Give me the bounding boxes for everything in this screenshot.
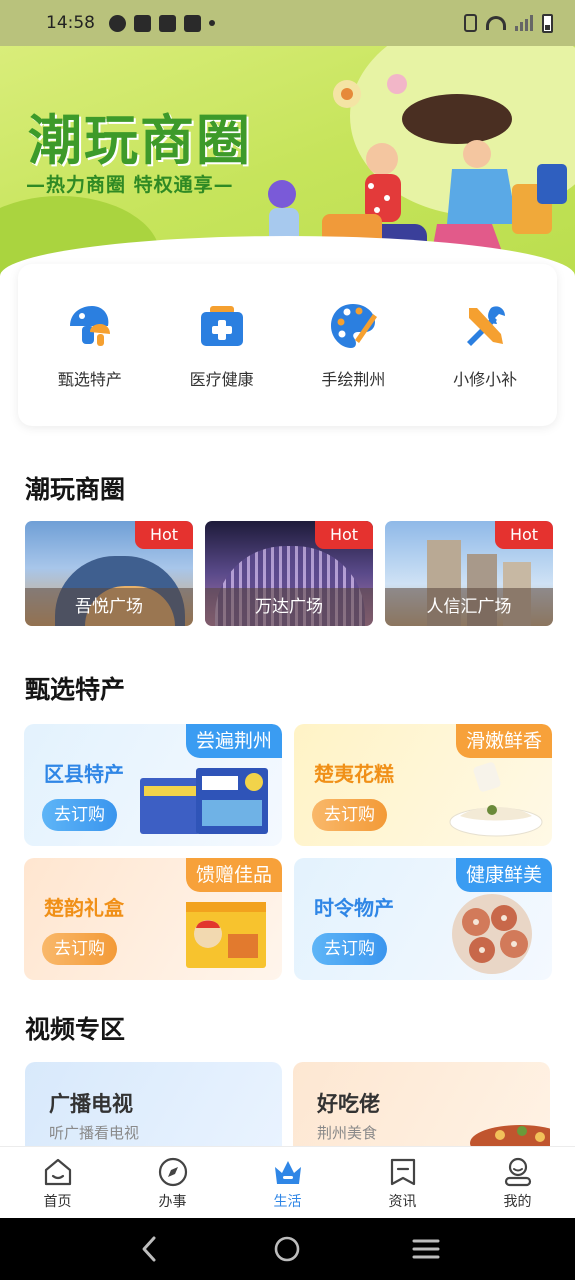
specialty-card[interactable]: 滑嫩鲜香 楚夷花糕 去订购 bbox=[294, 724, 552, 846]
video-title: 广播电视 bbox=[49, 1092, 133, 1116]
mall-name: 人信汇广场 bbox=[385, 588, 553, 626]
specialty-title: 时令物产 bbox=[314, 896, 394, 920]
signal-icon bbox=[515, 15, 533, 31]
hot-badge: Hot bbox=[495, 521, 553, 549]
system-navigation-bar bbox=[0, 1218, 575, 1280]
tab-label: 首页 bbox=[43, 1193, 72, 1210]
notification-bag-icon bbox=[134, 14, 151, 32]
hero-title: 潮玩商圈 bbox=[28, 109, 252, 172]
flower-cake-image bbox=[449, 762, 543, 837]
category-specialty[interactable]: 甄选特产 bbox=[30, 300, 150, 390]
mall-card[interactable]: Hot 吾悦广场 bbox=[25, 521, 193, 626]
quick-categories: 甄选特产 医疗健康 手绘荆州 小修小补 bbox=[18, 264, 557, 426]
more-notifications-dot-icon bbox=[209, 20, 215, 26]
mushroom-icon bbox=[69, 306, 110, 346]
vibrate-icon bbox=[464, 14, 477, 32]
recents-button[interactable] bbox=[406, 1229, 446, 1269]
life-icon bbox=[274, 1160, 301, 1184]
specialty-title: 区县特产 bbox=[44, 762, 124, 786]
notification-app-icon bbox=[109, 14, 126, 32]
specialty-tag: 尝遍荆州 bbox=[185, 724, 282, 758]
specialty-title: 楚韵礼盒 bbox=[44, 896, 124, 920]
specialty-tag: 健康鲜美 bbox=[455, 858, 552, 892]
tab-life[interactable]: 生活 bbox=[238, 1155, 338, 1211]
hot-badge: Hot bbox=[135, 521, 193, 549]
section-title-specialty: 甄选特产 bbox=[25, 675, 126, 704]
mall-card[interactable]: Hot 万达广场 bbox=[205, 521, 373, 626]
video-card-broadcast[interactable]: 广播电视 听广播看电视 bbox=[25, 1062, 282, 1147]
video-list: 广播电视 听广播看电视 好吃佬 荆州美食 bbox=[25, 1062, 550, 1147]
bottom-tab-bar: 首页 办事 生活 资讯 我的 bbox=[0, 1146, 575, 1218]
palette-icon bbox=[331, 304, 378, 348]
battery-icon bbox=[542, 13, 553, 33]
home-icon bbox=[44, 1158, 71, 1185]
notification-bag-icon bbox=[159, 14, 176, 32]
tab-home[interactable]: 首页 bbox=[8, 1155, 108, 1211]
tab-profile[interactable]: 我的 bbox=[468, 1155, 568, 1211]
hot-badge: Hot bbox=[315, 521, 373, 549]
specialty-grid: 尝遍荆州 区县特产 去订购 滑嫩鲜香 楚夷花糕 去订购 馈赠佳品 楚韵礼盒 去订… bbox=[24, 724, 552, 980]
video-title: 好吃佬 bbox=[317, 1092, 380, 1116]
category-medical[interactable]: 医疗健康 bbox=[162, 300, 282, 390]
category-label: 甄选特产 bbox=[57, 370, 122, 389]
status-time: 14:58 bbox=[46, 13, 95, 33]
mall-name: 万达广场 bbox=[205, 588, 373, 626]
specialty-tag: 馈赠佳品 bbox=[185, 858, 282, 892]
mall-list: Hot 吾悦广场 Hot 万达广场 Hot 人信汇广场 bbox=[25, 521, 555, 626]
video-subtitle: 荆州美食 bbox=[317, 1124, 378, 1142]
food-image bbox=[470, 1125, 550, 1147]
order-button[interactable]: 去订购 bbox=[42, 933, 117, 965]
tab-label: 生活 bbox=[273, 1193, 302, 1210]
order-button[interactable]: 去订购 bbox=[42, 799, 117, 831]
home-nav-button[interactable] bbox=[267, 1229, 307, 1269]
category-repair[interactable]: 小修小补 bbox=[425, 300, 545, 390]
gift-box-image bbox=[186, 902, 266, 968]
compass-icon bbox=[158, 1157, 187, 1186]
section-title-video: 视频专区 bbox=[25, 1015, 126, 1044]
video-subtitle: 听广播看电视 bbox=[49, 1124, 140, 1142]
status-bar: 14:58 bbox=[0, 0, 575, 46]
lotus-root-image bbox=[452, 894, 532, 974]
video-card-food[interactable]: 好吃佬 荆州美食 bbox=[293, 1062, 550, 1147]
specialty-card[interactable]: 健康鲜美 时令物产 去订购 bbox=[294, 858, 552, 980]
tab-label: 我的 bbox=[503, 1193, 532, 1210]
order-button[interactable]: 去订购 bbox=[312, 799, 387, 831]
home-circle-icon bbox=[275, 1236, 300, 1262]
tab-label: 办事 bbox=[158, 1193, 187, 1210]
specialty-card[interactable]: 尝遍荆州 区县特产 去订购 bbox=[24, 724, 282, 846]
section-title-malls: 潮玩商圈 bbox=[25, 475, 126, 504]
wifi-icon bbox=[486, 16, 506, 30]
back-button[interactable] bbox=[129, 1229, 169, 1269]
system-status-icons bbox=[464, 13, 553, 33]
notification-bag-icon bbox=[184, 14, 201, 32]
tab-news[interactable]: 资讯 bbox=[353, 1155, 453, 1211]
mall-card[interactable]: Hot 人信汇广场 bbox=[385, 521, 553, 626]
menu-icon bbox=[412, 1239, 440, 1259]
mall-name: 吾悦广场 bbox=[25, 588, 193, 626]
tab-label: 资讯 bbox=[388, 1193, 417, 1210]
specialty-title: 楚夷花糕 bbox=[314, 762, 394, 786]
medical-kit-icon bbox=[200, 306, 243, 346]
hero-subtitle: —热力商圈 特权通享— bbox=[26, 174, 234, 196]
category-painting[interactable]: 手绘荆州 bbox=[293, 300, 413, 390]
category-label: 医疗健康 bbox=[189, 370, 254, 389]
tools-icon bbox=[467, 306, 506, 346]
specialty-tag: 滑嫩鲜香 bbox=[455, 724, 552, 758]
order-button[interactable]: 去订购 bbox=[312, 933, 387, 965]
category-label: 手绘荆州 bbox=[321, 370, 386, 389]
category-label: 小修小补 bbox=[453, 370, 518, 389]
back-icon bbox=[142, 1236, 156, 1262]
notification-icons bbox=[109, 14, 215, 32]
profile-icon bbox=[504, 1157, 531, 1186]
specialty-card[interactable]: 馈赠佳品 楚韵礼盒 去订购 bbox=[24, 858, 282, 980]
news-icon bbox=[390, 1158, 415, 1185]
product-box-image bbox=[140, 768, 268, 834]
tab-services[interactable]: 办事 bbox=[123, 1155, 223, 1211]
